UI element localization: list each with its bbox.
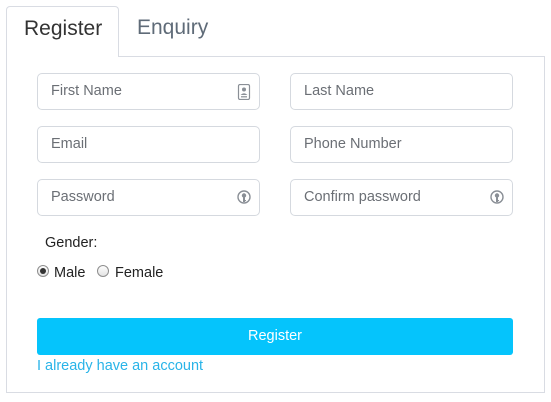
- password-field[interactable]: Password: [37, 179, 260, 216]
- phone-number-field[interactable]: Phone Number: [290, 126, 513, 163]
- contact-card-icon[interactable]: [237, 83, 251, 101]
- email-field[interactable]: Email: [37, 126, 260, 163]
- male-radio[interactable]: [37, 265, 49, 277]
- tab-bar: Register Enquiry: [0, 0, 551, 57]
- gender-label: Gender:: [45, 235, 98, 251]
- password-key-icon[interactable]: [237, 190, 251, 206]
- female-radio[interactable]: [97, 265, 109, 277]
- email-placeholder: Email: [51, 136, 88, 152]
- register-button[interactable]: Register: [37, 318, 513, 355]
- last-name-field[interactable]: Last Name: [290, 73, 513, 110]
- first-name-field[interactable]: First Name: [37, 73, 260, 110]
- password-placeholder: Password: [51, 189, 115, 205]
- password-key-icon[interactable]: [490, 190, 504, 206]
- confirm-password-field[interactable]: Confirm password: [290, 179, 513, 216]
- first-name-placeholder: First Name: [51, 83, 122, 99]
- male-radio-label: Male: [54, 265, 86, 281]
- already-have-account-link[interactable]: I already have an account: [37, 358, 203, 375]
- female-radio-label: Female: [115, 265, 164, 281]
- phone-number-placeholder: Phone Number: [304, 136, 402, 152]
- tab-register[interactable]: Register: [6, 6, 119, 57]
- tab-enquiry[interactable]: Enquiry: [119, 6, 229, 56]
- confirm-password-placeholder: Confirm password: [304, 189, 421, 205]
- last-name-placeholder: Last Name: [304, 83, 375, 99]
